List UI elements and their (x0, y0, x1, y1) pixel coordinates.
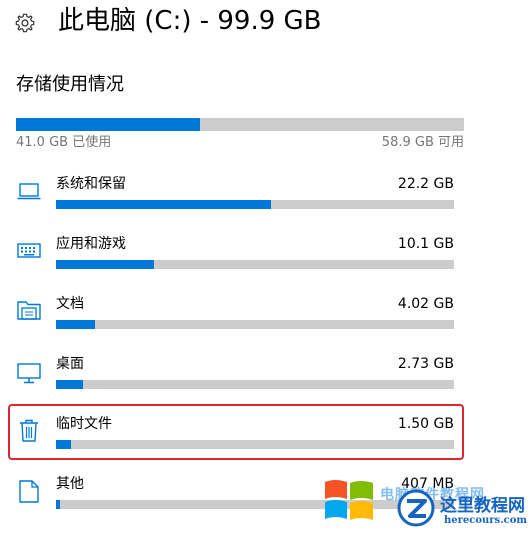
monitor-icon (17, 363, 41, 384)
gear-icon (15, 13, 35, 33)
used-space-label: 41.0 GB 已使用 (16, 135, 112, 150)
total-usage-fill (16, 118, 200, 131)
category-bar (56, 200, 454, 209)
category-size: 10.1 GB (397, 236, 454, 252)
category-fill (56, 500, 60, 509)
category-fill (56, 200, 271, 209)
category-name: 文档 (56, 296, 84, 312)
highlight-box (8, 404, 464, 460)
category-bar (56, 380, 454, 389)
category-bar (56, 320, 454, 329)
watermark-logo-icon (397, 489, 435, 527)
category-name: 其他 (56, 476, 84, 492)
page-title: 此电脑 (C:) - 99.9 GB (58, 6, 322, 36)
folder-icon (17, 301, 41, 320)
category-fill (56, 320, 95, 329)
category-size: 2.73 GB (397, 356, 454, 372)
watermark-main-text: 这里教程网 (440, 496, 525, 516)
category-size: 4.02 GB (397, 296, 454, 312)
category-documents[interactable]: 文档 4.02 GB (0, 294, 530, 350)
watermark-url: herecours.com (444, 515, 528, 526)
category-system[interactable]: 系统和保留 22.2 GB (0, 174, 530, 230)
category-fill (56, 380, 83, 389)
category-size: 22.2 GB (397, 176, 454, 192)
total-usage-bar (16, 118, 464, 131)
laptop-icon (17, 183, 41, 200)
category-apps[interactable]: 应用和游戏 10.1 GB (0, 234, 530, 290)
category-fill (56, 260, 154, 269)
document-icon (19, 480, 39, 503)
category-name: 系统和保留 (56, 176, 126, 192)
section-title: 存储使用情况 (16, 74, 124, 95)
category-desktop[interactable]: 桌面 2.73 GB (0, 354, 530, 410)
windows-logo-icon (325, 480, 373, 520)
category-name: 应用和游戏 (56, 236, 126, 252)
keyboard-icon (17, 243, 41, 258)
category-bar (56, 260, 454, 269)
free-space-label: 58.9 GB 可用 (381, 135, 464, 150)
category-name: 桌面 (56, 356, 84, 372)
